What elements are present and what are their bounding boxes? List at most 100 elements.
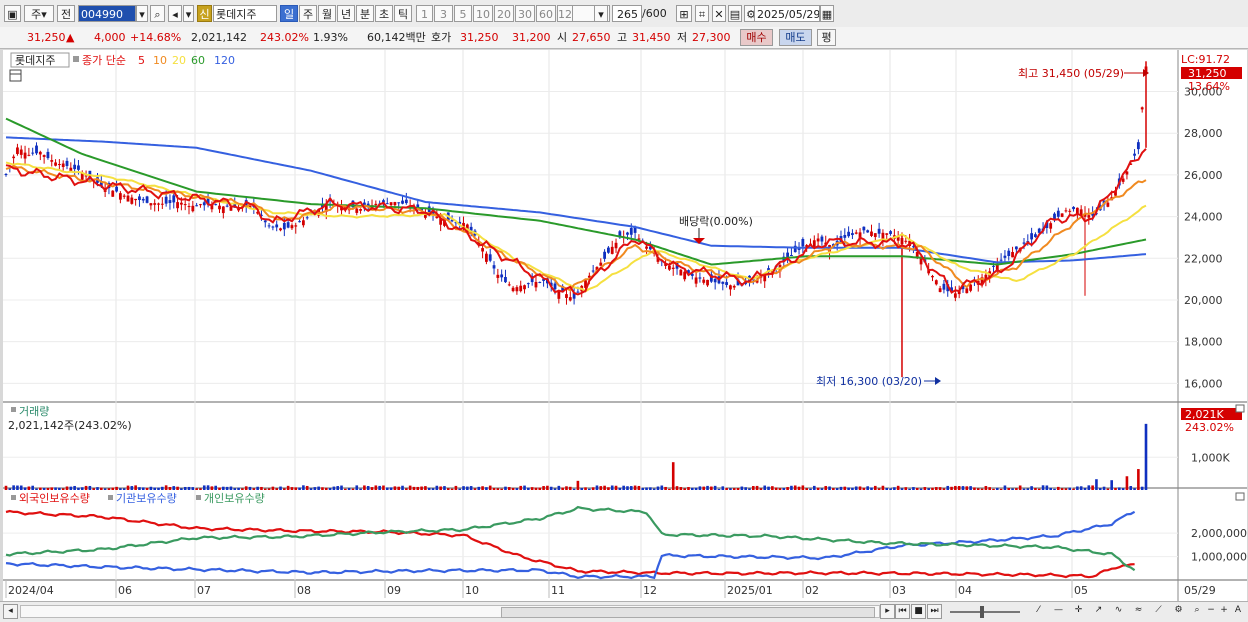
volume-bar (500, 488, 503, 490)
scroll-right-icon[interactable]: ▸ (880, 604, 895, 619)
speaker-dropdown-icon[interactable]: ▾ (183, 5, 194, 22)
interval-dropdown-icon[interactable]: ▾ (594, 5, 608, 22)
fibo-tool-icon[interactable]: ⟋ (1150, 604, 1167, 619)
eval-button[interactable]: 평 (817, 29, 836, 46)
search-icon[interactable]: ⌕ (150, 5, 165, 22)
chart-tools-icon[interactable]: ⊞ (676, 5, 692, 22)
scroll-thumb[interactable] (501, 607, 875, 618)
compare-chart-icon[interactable]: ✕ (712, 5, 726, 22)
volume-bar (286, 485, 290, 490)
tab-period-3[interactable]: 년 (337, 5, 355, 22)
candle-body (191, 205, 195, 212)
line-tool-icon[interactable]: ⁄ (1030, 604, 1047, 619)
candle-body (393, 202, 397, 206)
window-menu-icon[interactable]: ▣ (4, 5, 21, 22)
code-dropdown-icon[interactable]: ▾ (136, 5, 148, 22)
candle-body (27, 154, 31, 156)
interval-button-60[interactable]: 60 (536, 5, 556, 22)
candle-body (179, 202, 183, 205)
wave2-tool-icon[interactable]: ≈ (1130, 604, 1147, 619)
interval-button-3[interactable]: 3 (434, 5, 453, 22)
tab-period-0[interactable]: 일 (280, 5, 298, 22)
tab-period-6[interactable]: 틱 (394, 5, 412, 22)
volume-bar (305, 485, 309, 490)
volume-bar (1022, 488, 1026, 490)
low-price: 27,300 (692, 31, 731, 44)
interval-button-10[interactable]: 10 (473, 5, 493, 22)
volume-bar (1129, 486, 1133, 490)
volume-bar (153, 487, 156, 490)
scroll-track[interactable] (20, 605, 880, 618)
interval-button-5[interactable]: 5 (454, 5, 472, 22)
moving-average-ma5 (5, 148, 1147, 296)
volume-bar (915, 487, 919, 490)
calendar-icon[interactable]: ▦ (820, 5, 834, 22)
volume-bar (50, 487, 54, 490)
buy-button[interactable]: 매수 (740, 29, 773, 46)
view-count-input[interactable]: 265 (612, 5, 642, 22)
interval-button-1[interactable]: 1 (416, 5, 433, 22)
zoom-icon[interactable]: ⌕ (1190, 604, 1204, 619)
scroll-left-icon[interactable]: ◂ (3, 604, 18, 619)
interval-button-30[interactable]: 30 (515, 5, 535, 22)
candle-body (713, 278, 717, 283)
cross-tool-icon[interactable]: ✛ (1070, 604, 1087, 619)
volume-bar (595, 485, 599, 490)
settings-tool-icon[interactable]: ⚙ (1170, 604, 1187, 619)
volume-bar (965, 486, 969, 490)
zoom-out-icon[interactable]: − (1205, 604, 1217, 619)
date-input[interactable]: 2025/05/29 (754, 5, 820, 22)
jump-end-icon[interactable]: ⏭ (927, 604, 942, 619)
jump-start-icon[interactable]: ⏮ (895, 604, 910, 619)
chart-area[interactable]: 30,000 28,000 26,000 24,000 22,000 20,000 18,0… (3, 50, 1247, 601)
h-line-tool-icon[interactable]: — (1050, 604, 1067, 619)
candle-body (671, 267, 675, 269)
sell-button[interactable]: 매도 (779, 29, 812, 46)
turnover-rate: 1.93% (313, 31, 348, 44)
candle-body (374, 203, 378, 206)
volume-bar (39, 487, 42, 490)
volume-bar (88, 485, 92, 490)
tab-period-5[interactable]: 초 (375, 5, 393, 22)
candle-body (38, 151, 42, 155)
period-type-select[interactable]: 주▾ (24, 5, 54, 22)
holding-y-tick: 1,000,000 (1191, 551, 1247, 564)
y-tick-label: 22,000 (1184, 252, 1223, 265)
zoom-slider[interactable] (950, 606, 1020, 618)
prev-button[interactable]: 전 (57, 5, 75, 22)
candle-body (126, 195, 130, 202)
volume-bar (839, 486, 843, 490)
candle-body (366, 203, 370, 206)
stock-name-field[interactable]: 롯데지주 (213, 5, 277, 22)
volume-bar (252, 488, 256, 490)
zoom-slider-handle[interactable] (980, 606, 984, 618)
tab-period-4[interactable]: 분 (356, 5, 374, 22)
tab-period-1[interactable]: 주 (299, 5, 317, 22)
volume-bar (389, 487, 393, 490)
volume-bar (580, 488, 584, 490)
zoom-chart-icon[interactable]: ⌗ (695, 5, 709, 22)
volume-bar (405, 488, 408, 490)
high-price: 31,450 (632, 31, 671, 44)
interval-button-20[interactable]: 20 (494, 5, 514, 22)
zoom-in-icon[interactable]: + (1218, 604, 1230, 619)
save-image-icon[interactable]: ▤ (728, 5, 742, 22)
text-tool-icon[interactable]: A (1231, 604, 1245, 619)
volume-bar (809, 488, 812, 490)
volume-bar (469, 486, 473, 490)
stop-icon[interactable]: ■ (911, 604, 926, 619)
volume-bar (801, 485, 805, 490)
stock-code-input[interactable]: 004990 (78, 5, 136, 22)
volume-bar (996, 487, 999, 490)
trend-tool-icon[interactable]: ↗ (1090, 604, 1107, 619)
volume-bar (8, 488, 12, 490)
volume-bar (973, 487, 976, 490)
tab-period-2[interactable]: 월 (318, 5, 336, 22)
volume-bar (481, 486, 484, 490)
wave-tool-icon[interactable]: ∿ (1110, 604, 1127, 619)
candle-body (12, 156, 16, 159)
candle-body (1014, 246, 1018, 250)
speaker-icon[interactable]: ◂ (168, 5, 182, 22)
candle-body (515, 287, 519, 292)
volume-bar (568, 486, 572, 490)
